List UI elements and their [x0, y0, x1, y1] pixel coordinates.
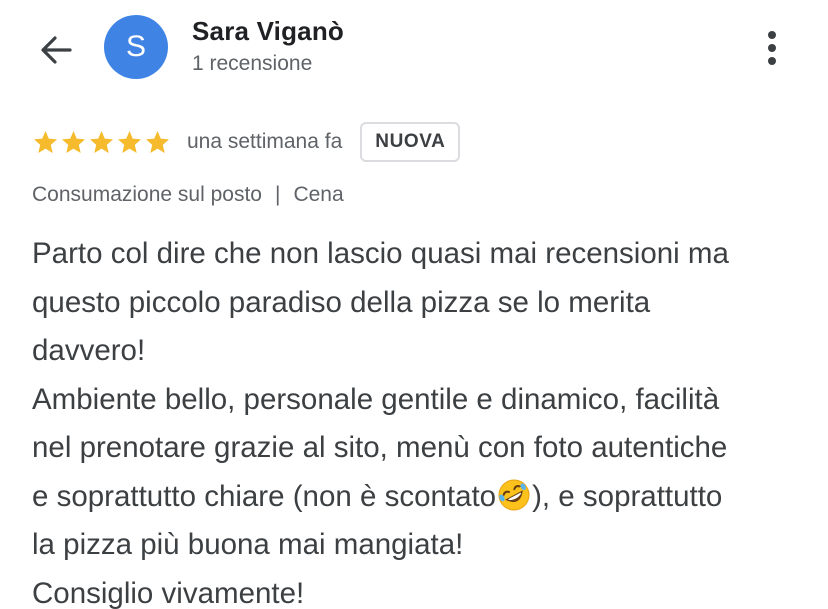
more-vert-icon-dot [768, 44, 776, 52]
new-badge: NUOVA [360, 122, 461, 162]
review-text-line: Consiglio vivamente! [32, 576, 305, 609]
review-text-segment: ), e soprattutto [532, 479, 723, 513]
review-text-line: questo piccolo paradiso della pizza se l… [32, 285, 651, 319]
reviewer-review-count: 1 recensione [192, 52, 313, 75]
star-icon [34, 130, 57, 153]
back-button[interactable] [34, 28, 78, 72]
review-detail-screen: S Sara Viganò 1 recensione una settimana… [0, 0, 828, 609]
avatar-letter: S [125, 30, 146, 63]
star-icon [146, 130, 169, 153]
rolling-on-floor-laughing-emoji [498, 479, 530, 510]
more-vert-icon [768, 31, 776, 39]
review-text-line: davvero! [32, 334, 146, 367]
review-text-line: e soprattutto chiare (non è scontato ), … [32, 473, 812, 522]
review-text-line: Parto col dire che non lascio quasi mai … [32, 237, 729, 270]
star-rating [32, 129, 171, 156]
meal-type: Cena [293, 183, 344, 206]
star-icon [90, 130, 113, 153]
rating-row: una settimana fa NUOVA [32, 120, 461, 164]
star-icon [118, 130, 141, 153]
avatar[interactable]: S [104, 15, 168, 79]
more-options-button[interactable] [750, 26, 794, 70]
visit-details: Consumazione sul posto | Cena [32, 183, 344, 207]
review-text-segment: e soprattutto chiare (non è scontato [32, 479, 497, 513]
review-time: una settimana fa [187, 130, 343, 153]
star-icon [62, 130, 85, 153]
service-type: Consumazione sul posto [32, 183, 262, 206]
arrow-left-icon [41, 36, 72, 64]
more-vert-icon-dot [768, 57, 776, 65]
reviewer-name[interactable]: Sara Viganò [192, 16, 344, 47]
review-text-line: Ambiente bello, personale gentile e dina… [32, 382, 720, 416]
review-text: Parto col dire che non lascio quasi mai … [32, 230, 812, 609]
review-text-line: nel prenotare grazie al sito, menù con f… [32, 431, 728, 464]
review-text-line: la pizza più buona mai mangiata! [32, 528, 464, 561]
meta-separator: | [274, 183, 281, 206]
